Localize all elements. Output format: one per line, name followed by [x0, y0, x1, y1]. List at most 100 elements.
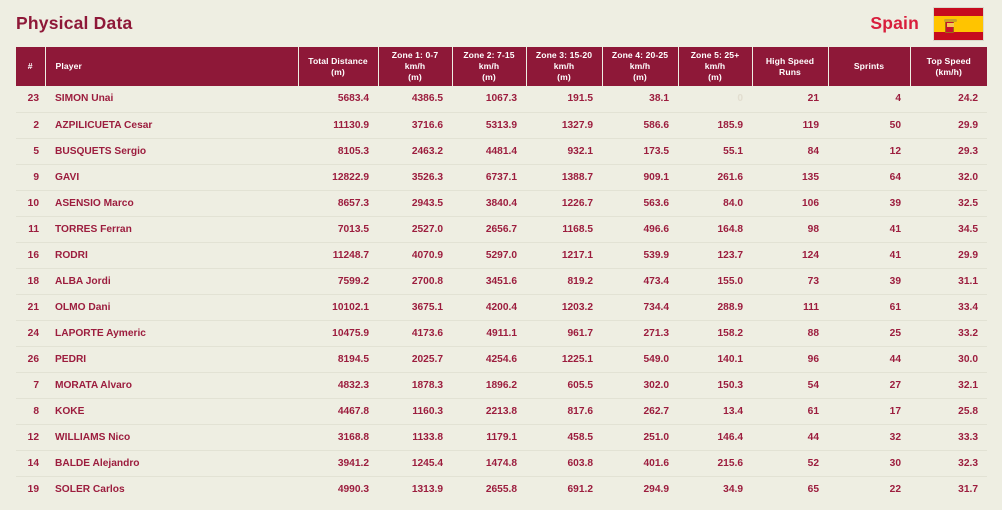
table-row[interactable]: 12 WILLIAMS Nico 3168.8 1133.8 1179.1 458.5 25…: [16, 424, 987, 451]
cell-zone3: 191.5: [526, 86, 602, 113]
cell-zone5: 215.6: [678, 450, 752, 477]
cell-zone4: 473.4: [602, 268, 678, 295]
table-row[interactable]: 2 AZPILICUETA Cesar 11130.9 3716.6 5313.9 132…: [16, 112, 987, 139]
cell-player: SIMON Unai: [45, 86, 298, 113]
table-row[interactable]: 5 BUSQUETS Sergio 8105.3 2463.2 4481.4 932.1 1…: [16, 138, 987, 165]
cell-zone1: 1160.3: [378, 398, 452, 425]
cell-zone2: 4911.1: [452, 320, 526, 347]
cell-zone2: 1179.1: [452, 424, 526, 451]
table-body: 23 SIMON Unai 5683.4 4386.5 1067.3 191.5 38.1 0…: [16, 86, 987, 502]
column-header-high-speed-runs[interactable]: High Speed Runs: [752, 47, 829, 86]
column-header-zone3[interactable]: Zone 3: 15-20 km/h (m): [526, 47, 603, 86]
cell-player: PEDRI: [45, 346, 298, 373]
cell-zone3: 1203.2: [526, 294, 602, 321]
table-row[interactable]: 19 SOLER Carlos 4990.3 1313.9 2655.8 691.2 294…: [16, 476, 987, 502]
cell-high-speed-runs: 106: [752, 190, 828, 217]
cell-zone3: 603.8: [526, 450, 602, 477]
cell-zone3: 817.6: [526, 398, 602, 425]
cell-zone3: 1226.7: [526, 190, 602, 217]
cell-zone4: 271.3: [602, 320, 678, 347]
cell-zone1: 3675.1: [378, 294, 452, 321]
cell-total-distance: 8194.5: [298, 346, 378, 373]
table-row[interactable]: 21 OLMO Dani 10102.1 3675.1 4200.4 1203.2 734.…: [16, 294, 987, 321]
cell-zone5: 123.7: [678, 242, 752, 269]
cell-player: OLMO Dani: [45, 294, 298, 321]
cell-sprints: 12: [828, 138, 910, 165]
cell-top-speed: 30.0: [910, 346, 987, 373]
cell-total-distance: 4467.8: [298, 398, 378, 425]
column-header-sprints[interactable]: Sprints: [828, 47, 911, 86]
cell-zone4: 294.9: [643, 483, 670, 495]
column-header-zone5[interactable]: Zone 5: 25+ km/h (m): [678, 47, 753, 86]
cell-player: TORRES Ferran: [45, 216, 298, 243]
table-row[interactable]: 26 PEDRI 8194.5 2025.7 4254.6 1225.1 549.0 140.…: [16, 346, 987, 373]
cell-zone1: 2700.8: [378, 268, 452, 295]
cell-zone4: 262.7: [602, 398, 678, 425]
table-row[interactable]: 11 TORRES Ferran 7013.5 2527.0 2656.7 1168.5 4…: [16, 216, 987, 243]
cell-number: 19: [27, 483, 39, 495]
cell-number: 16: [16, 242, 45, 269]
column-header-top-speed[interactable]: Top Speed (km/h): [910, 47, 987, 86]
cell-zone4: 586.6: [602, 112, 678, 139]
table-row[interactable]: 14 BALDE Alejandro 3941.2 1245.4 1474.8 603.8…: [16, 450, 987, 477]
column-header-total-distance[interactable]: Total Distance (m): [298, 47, 379, 86]
cell-total-distance: 4990.3: [337, 483, 369, 495]
cell-sprints: 27: [828, 372, 910, 399]
table-row[interactable]: 7 MORATA Alvaro 4832.3 1878.3 1896.2 605.5 302…: [16, 372, 987, 399]
table-row[interactable]: 18 ALBA Jordi 7599.2 2700.8 3451.6 819.2 473.4…: [16, 268, 987, 295]
cell-zone4: 549.0: [602, 346, 678, 373]
cell-zone2: 6737.1: [452, 164, 526, 191]
team-block: Spain: [870, 6, 984, 41]
cell-top-speed: 34.5: [910, 216, 987, 243]
column-header-zone4[interactable]: Zone 4: 20-25 km/h (m): [602, 47, 679, 86]
cell-zone3: 961.7: [526, 320, 602, 347]
cell-high-speed-runs: 88: [752, 320, 828, 347]
cell-zone1: 1313.9: [411, 483, 443, 495]
column-header-zone2[interactable]: Zone 2: 7-15 km/h (m): [452, 47, 527, 86]
cell-player: BUSQUETS Sergio: [45, 138, 298, 165]
cell-zone5: 164.8: [678, 216, 752, 243]
column-header-zone1[interactable]: Zone 1: 0-7 km/h (m): [378, 47, 453, 86]
cell-zone4: 401.6: [602, 450, 678, 477]
table-row[interactable]: 8 KOKE 4467.8 1160.3 2213.8 817.6 262.7 13.4 61 1…: [16, 398, 987, 425]
table-row[interactable]: 24 LAPORTE Aymeric 10475.9 4173.6 4911.1 961.…: [16, 320, 987, 347]
table-row[interactable]: 16 RODRI 11248.7 4070.9 5297.0 1217.1 539.9 123…: [16, 242, 987, 269]
cell-zone4: 496.6: [602, 216, 678, 243]
cell-sprints: 44: [828, 346, 910, 373]
cell-zone4: 563.6: [602, 190, 678, 217]
cell-high-speed-runs: 73: [752, 268, 828, 295]
cell-number: 2: [16, 112, 45, 139]
cell-zone1: 3716.6: [378, 112, 452, 139]
column-header-player[interactable]: Player: [45, 47, 299, 86]
cell-zone1: 1878.3: [378, 372, 452, 399]
cell-player: KOKE: [45, 398, 298, 425]
cell-number: 24: [16, 320, 45, 347]
cell-total-distance: 10102.1: [298, 294, 378, 321]
cell-top-speed: 24.2: [910, 86, 987, 113]
cell-zone3: 819.2: [526, 268, 602, 295]
cell-high-speed-runs: 135: [752, 164, 828, 191]
cell-player: WILLIAMS Nico: [45, 424, 298, 451]
cell-zone2: 2655.8: [485, 483, 517, 495]
cell-zone4: 38.1: [602, 86, 678, 113]
cell-player: LAPORTE Aymeric: [45, 320, 298, 347]
table-row[interactable]: 9 GAVI 12822.9 3526.3 6737.1 1388.7 909.1 261.6…: [16, 164, 987, 191]
cell-zone5: 155.0: [678, 268, 752, 295]
cell-high-speed-runs: 54: [752, 372, 828, 399]
cell-sprints: 39: [828, 268, 910, 295]
cell-number: 10: [16, 190, 45, 217]
cell-zone1: 4173.6: [378, 320, 452, 347]
table-row[interactable]: 10 ASENSIO Marco 8657.3 2943.5 3840.4 1226.7 5…: [16, 190, 987, 217]
cell-number: 11: [16, 216, 45, 243]
cell-sprints: 41: [828, 242, 910, 269]
table-row[interactable]: 23 SIMON Unai 5683.4 4386.5 1067.3 191.5 38.1 0…: [16, 86, 987, 113]
cell-zone3: 1388.7: [526, 164, 602, 191]
cell-zone3: 1168.5: [526, 216, 602, 243]
cell-zone5: 84.0: [678, 190, 752, 217]
header-row: # Player Total Distance (m) Zone 1: 0-7 k…: [16, 47, 987, 86]
cell-zone5: 13.4: [678, 398, 752, 425]
cell-zone2: 2656.7: [452, 216, 526, 243]
cell-high-speed-runs: 44: [752, 424, 828, 451]
column-header-number[interactable]: #: [16, 47, 46, 86]
cell-sprints: 61: [828, 294, 910, 321]
